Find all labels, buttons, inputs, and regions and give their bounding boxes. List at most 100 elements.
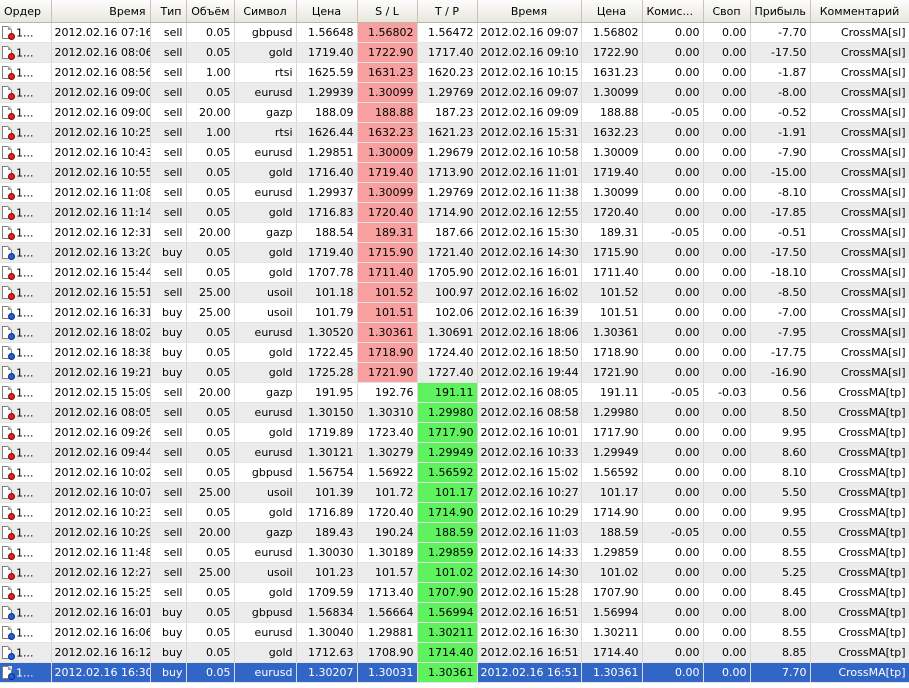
table-row[interactable]: 1... 2012.02.16 09:26 sell 0.05 gold 171… (0, 422, 909, 443)
profit-cell: 8.55 (750, 542, 811, 563)
table-row[interactable]: 1... 2012.02.16 09:00 sell 20.00 gazp 18… (0, 102, 909, 123)
sell-order-icon (2, 386, 15, 401)
volume-cell: 0.05 (186, 162, 235, 183)
comment-cell: CrossMA[tp] (810, 582, 909, 603)
table-row[interactable]: 1... 2012.02.16 11:14 sell 0.05 gold 171… (0, 202, 909, 223)
table-row[interactable]: 1... 2012.02.16 08:05 sell 0.05 eurusd 1… (0, 402, 909, 423)
column-header-swap[interactable]: Своп (703, 0, 751, 23)
close-time-cell: 2012.02.16 18:50 (477, 342, 582, 363)
comment-cell: CrossMA[sl] (810, 322, 909, 343)
sell-order-icon (2, 266, 15, 281)
order-id: 1... (16, 86, 34, 100)
buy-order-icon (2, 246, 15, 261)
profit-cell: -15.00 (750, 162, 811, 183)
comment-cell: CrossMA[sl] (810, 42, 909, 63)
order-id: 1... (16, 66, 34, 80)
sell-order-icon (2, 86, 15, 101)
column-header-profit[interactable]: Прибыль (750, 0, 811, 23)
column-header-open-time[interactable]: Время (51, 0, 151, 23)
table-row[interactable]: 1... 2012.02.16 19:21 buy 0.05 gold 1725… (0, 362, 909, 383)
table-row[interactable]: 1... 2012.02.16 13:20 buy 0.05 gold 1719… (0, 242, 909, 263)
order-cell: 1... (0, 82, 52, 103)
close-time-cell: 2012.02.16 16:51 (477, 642, 582, 663)
order-id: 1... (16, 226, 34, 240)
column-header-close-price[interactable]: Цена (581, 0, 643, 23)
close-price-cell: 1714.90 (581, 502, 643, 523)
swap-cell: 0.00 (703, 642, 751, 663)
table-row[interactable]: 1... 2012.02.16 15:44 sell 0.05 gold 170… (0, 262, 909, 283)
table-row[interactable]: 1... 2012.02.16 10:07 sell 25.00 usoil 1… (0, 482, 909, 503)
table-row[interactable]: 1... 2012.02.16 08:06 sell 0.05 gold 171… (0, 42, 909, 63)
table-row[interactable]: 1... 2012.02.16 10:55 sell 0.05 gold 171… (0, 162, 909, 183)
table-row[interactable]: 1... 2012.02.16 16:01 buy 0.05 gbpusd 1.… (0, 602, 909, 623)
table-row[interactable]: 1... 2012.02.16 12:27 sell 25.00 usoil 1… (0, 562, 909, 583)
close-price-cell: 101.02 (581, 562, 643, 583)
open-time-cell: 2012.02.16 11:08 (51, 182, 151, 203)
column-header-commission[interactable]: Комис... (642, 0, 704, 23)
tp-cell: 1621.23 (417, 122, 478, 143)
symbol-cell: gold (234, 242, 297, 263)
volume-cell: 0.05 (186, 142, 235, 163)
table-row[interactable]: 1... 2012.02.16 09:00 sell 0.05 eurusd 1… (0, 82, 909, 103)
column-header-symbol[interactable]: Символ (234, 0, 297, 23)
open-time-cell: 2012.02.16 07:16 (51, 22, 151, 43)
column-header-volume[interactable]: Объём (186, 0, 235, 23)
table-row[interactable]: 1... 2012.02.16 16:31 buy 25.00 usoil 10… (0, 302, 909, 323)
volume-cell: 0.05 (186, 362, 235, 383)
order-id: 1... (16, 446, 34, 460)
sl-cell: 1.56922 (357, 462, 418, 483)
table-row[interactable]: 1... 2012.02.16 16:06 buy 0.05 eurusd 1.… (0, 622, 909, 643)
close-time-cell: 2012.02.16 16:51 (477, 602, 582, 623)
close-time-cell: 2012.02.16 10:58 (477, 142, 582, 163)
tp-cell: 1707.90 (417, 582, 478, 603)
table-row[interactable]: 1... 2012.02.16 08:56 sell 1.00 rtsi 162… (0, 62, 909, 83)
order-cell: 1... (0, 122, 52, 143)
table-row[interactable]: 1... 2012.02.16 18:02 buy 0.05 eurusd 1.… (0, 322, 909, 343)
close-time-cell: 2012.02.16 14:30 (477, 562, 582, 583)
column-header-order[interactable]: Ордер (0, 0, 52, 23)
swap-cell: 0.00 (703, 442, 751, 463)
table-row[interactable]: 1... 2012.02.16 10:23 sell 0.05 gold 171… (0, 502, 909, 523)
column-header-comment[interactable]: Комментарий (810, 0, 909, 23)
swap-cell: 0.00 (703, 222, 751, 243)
column-header-type[interactable]: Тип (150, 0, 187, 23)
table-row[interactable]: 1... 2012.02.16 07:16 sell 0.05 gbpusd 1… (0, 22, 909, 43)
table-row[interactable]: 1... 2012.02.16 10:43 sell 0.05 eurusd 1… (0, 142, 909, 163)
volume-cell: 0.05 (186, 82, 235, 103)
tp-cell: 1.29859 (417, 542, 478, 563)
close-price-cell: 1718.90 (581, 342, 643, 363)
table-row[interactable]: 1... 2012.02.16 16:30 buy 0.05 eurusd 1.… (0, 662, 909, 683)
column-header-sl[interactable]: S / L (357, 0, 418, 23)
column-header-open-price[interactable]: Цена (296, 0, 358, 23)
table-row[interactable]: 1... 2012.02.16 16:12 buy 0.05 gold 1712… (0, 642, 909, 663)
table-row[interactable]: 1... 2012.02.16 15:25 sell 0.05 gold 170… (0, 582, 909, 603)
commission-cell: 0.00 (642, 362, 704, 383)
table-row[interactable]: 1... 2012.02.16 18:38 buy 0.05 gold 1722… (0, 342, 909, 363)
sl-cell: 1632.23 (357, 122, 418, 143)
swap-cell: 0.00 (703, 622, 751, 643)
close-time-cell: 2012.02.16 11:01 (477, 162, 582, 183)
open-time-cell: 2012.02.16 15:44 (51, 262, 151, 283)
tp-cell: 101.02 (417, 562, 478, 583)
close-price-cell: 1.30361 (581, 662, 643, 683)
profit-cell: 0.56 (750, 382, 811, 403)
table-row[interactable]: 1... 2012.02.16 12:31 sell 20.00 gazp 18… (0, 222, 909, 243)
profit-cell: 9.95 (750, 422, 811, 443)
table-row[interactable]: 1... 2012.02.16 10:25 sell 1.00 rtsi 162… (0, 122, 909, 143)
table-row[interactable]: 1... 2012.02.16 09:44 sell 0.05 eurusd 1… (0, 442, 909, 463)
tp-cell: 101.17 (417, 482, 478, 503)
symbol-cell: eurusd (234, 182, 297, 203)
open-time-cell: 2012.02.16 10:25 (51, 122, 151, 143)
type-cell: sell (150, 582, 187, 603)
column-header-tp[interactable]: T / P (417, 0, 478, 23)
commission-cell: -0.05 (642, 522, 704, 543)
table-row[interactable]: 1... 2012.02.16 15:51 sell 25.00 usoil 1… (0, 282, 909, 303)
table-row[interactable]: 1... 2012.02.15 15:09 sell 20.00 gazp 19… (0, 382, 909, 403)
order-cell: 1... (0, 142, 52, 163)
table-row[interactable]: 1... 2012.02.16 10:29 sell 20.00 gazp 18… (0, 522, 909, 543)
table-row[interactable]: 1... 2012.02.16 10:02 sell 0.05 gbpusd 1… (0, 462, 909, 483)
table-row[interactable]: 1... 2012.02.16 11:48 sell 0.05 eurusd 1… (0, 542, 909, 563)
table-row[interactable]: 1... 2012.02.16 11:08 sell 0.05 eurusd 1… (0, 182, 909, 203)
comment-cell: CrossMA[tp] (810, 402, 909, 423)
column-header-close-time[interactable]: Время (477, 0, 582, 23)
